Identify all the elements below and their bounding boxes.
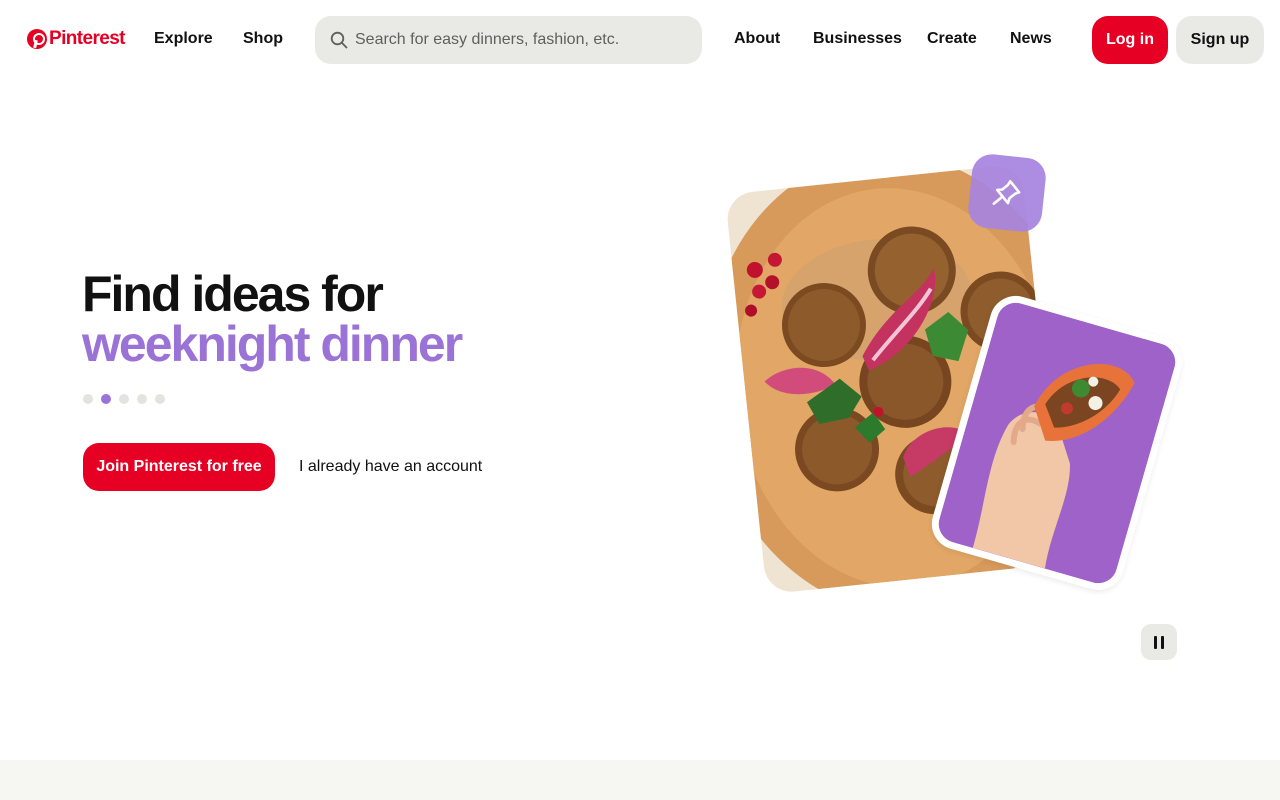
nav-explore[interactable]: Explore (154, 29, 213, 49)
carousel-dot[interactable] (119, 394, 129, 404)
nav-businesses[interactable]: Businesses (813, 29, 902, 49)
pin-badge (966, 152, 1048, 234)
search-icon (330, 31, 348, 49)
pause-button[interactable] (1141, 624, 1177, 660)
join-button[interactable]: Join Pinterest for free (83, 443, 275, 491)
carousel-dot[interactable] (155, 394, 165, 404)
pinterest-logo[interactable]: Pinterest (27, 28, 126, 50)
logo-text: Pinterest (49, 28, 126, 49)
carousel-indicator (83, 394, 165, 404)
hero-headline-accent: weeknight dinner (82, 316, 463, 372)
next-section-band (0, 760, 1280, 800)
login-button[interactable]: Log in (1092, 16, 1168, 64)
carousel-dot[interactable] (83, 394, 93, 404)
carousel-dot[interactable] (137, 394, 147, 404)
carousel-dot[interactable] (101, 394, 111, 404)
hero-headline: Find ideas for (82, 266, 384, 322)
existing-account-link[interactable]: I already have an account (299, 457, 482, 477)
pinterest-logo-icon (27, 29, 47, 49)
nav-news[interactable]: News (1010, 29, 1052, 49)
nav-create[interactable]: Create (927, 29, 977, 49)
nav-about[interactable]: About (734, 29, 780, 49)
pin-icon (992, 179, 1021, 205)
pause-icon (1152, 635, 1166, 649)
signup-button[interactable]: Sign up (1176, 16, 1264, 64)
site-header: Pinterest Explore Shop About Businesses … (0, 0, 1280, 80)
search-input[interactable] (355, 30, 685, 50)
nav-shop[interactable]: Shop (243, 29, 283, 49)
